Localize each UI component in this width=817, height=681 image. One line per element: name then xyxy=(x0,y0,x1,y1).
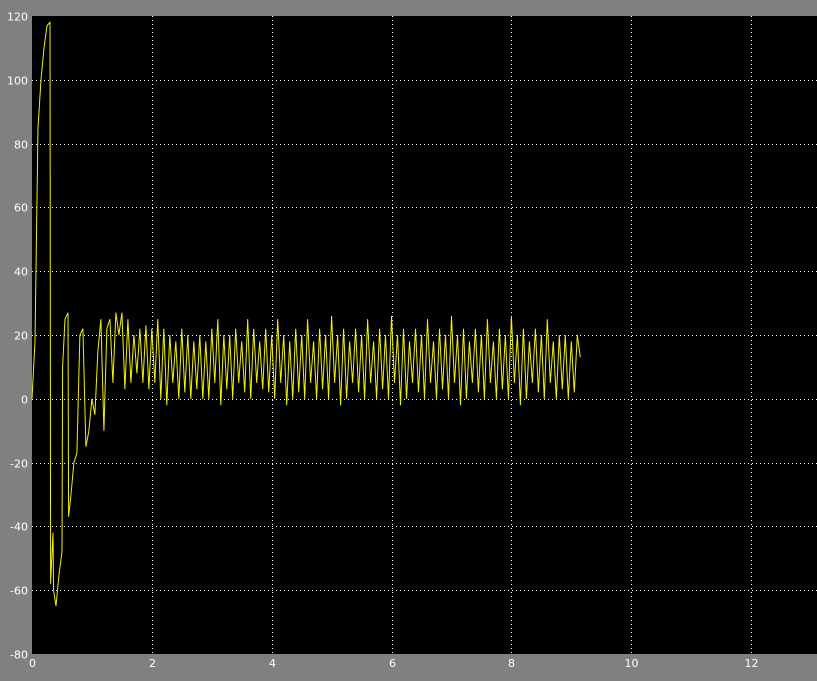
y-tick-label: 100 xyxy=(7,75,28,88)
y-tick-label: 120 xyxy=(7,11,28,24)
x-tick-label: 0 xyxy=(29,657,36,670)
x-tick-label: 6 xyxy=(389,657,396,670)
y-tick-label: 0 xyxy=(21,394,28,407)
x-tick-label: 4 xyxy=(269,657,276,670)
x-tick-label: 12 xyxy=(745,657,759,670)
y-tick-label: -80 xyxy=(10,649,28,662)
y-tick-label: 40 xyxy=(14,266,28,279)
y-tick-label: -60 xyxy=(10,585,28,598)
y-tick-label: 20 xyxy=(14,330,28,343)
scope-chart: 0 2 4 6 8 10 12 -80 -60 -40 -20 0 20 40 60 80 100 120 xyxy=(0,0,817,681)
x-tick-label: 10 xyxy=(625,657,639,670)
y-tick-label: -20 xyxy=(10,458,28,471)
y-tick-label: -40 xyxy=(10,521,28,534)
x-tick-label: 8 xyxy=(508,657,515,670)
y-tick-label: 60 xyxy=(14,202,28,215)
y-tick-label: 80 xyxy=(14,139,28,152)
x-tick-label: 2 xyxy=(149,657,156,670)
